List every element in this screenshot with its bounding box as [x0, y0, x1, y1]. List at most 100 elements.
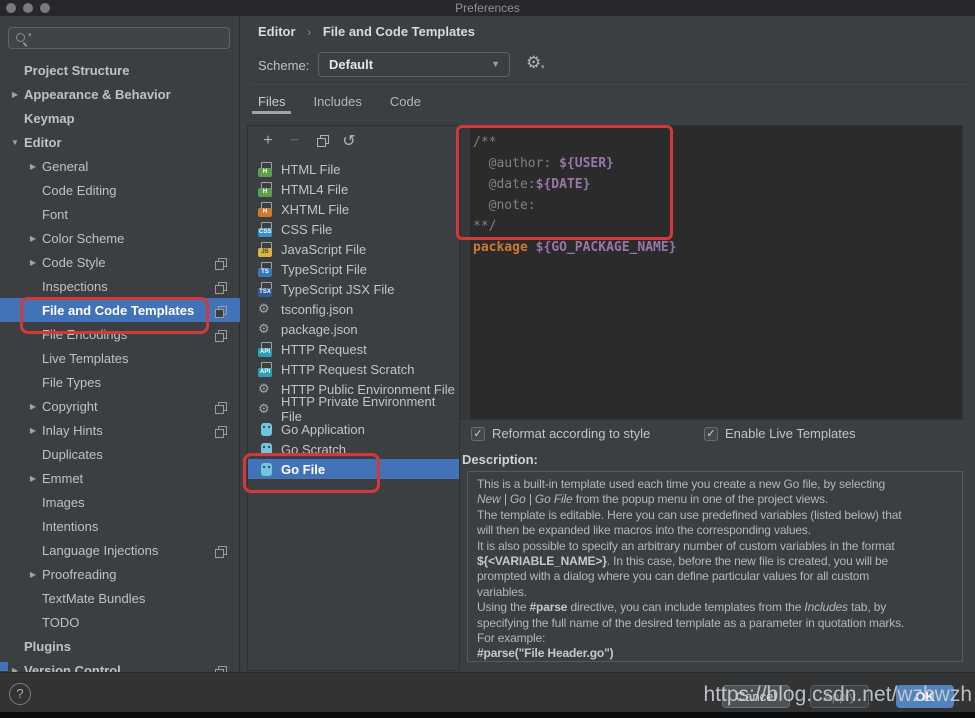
window-bottom-edge [0, 712, 975, 718]
enable-live-templates-checkbox[interactable]: ✓ [704, 427, 718, 441]
template-item-typescript-file[interactable]: TSTypeScript File [248, 259, 459, 279]
template-item-html-file[interactable]: HHTML File [248, 159, 459, 179]
settings-search-input[interactable]: ▾ [8, 27, 230, 49]
description-segment: prompted with a dialog where you can def… [477, 569, 869, 583]
description-segment: . In this case, before the new file is c… [607, 554, 888, 568]
sidebar-item-editor[interactable]: ▼Editor [0, 130, 240, 154]
sidebar-item-file-encodings[interactable]: File Encodings [0, 322, 240, 346]
sidebar-item-live-templates[interactable]: Live Templates [0, 346, 240, 370]
chevron-right-icon[interactable]: ▶ [24, 258, 42, 267]
remove-icon[interactable]: − [287, 132, 303, 150]
file-badge: API [258, 368, 272, 377]
sidebar-item-appearance-behavior[interactable]: ▶Appearance & Behavior [0, 82, 240, 106]
sidebar-item-code-style[interactable]: ▶Code Style [0, 250, 240, 274]
sidebar-item-duplicates[interactable]: Duplicates [0, 442, 240, 466]
sidebar-item-emmet[interactable]: ▶Emmet [0, 466, 240, 490]
sidebar-item-images[interactable]: Images [0, 490, 240, 514]
sidebar-item-file-and-code-templates[interactable]: File and Code Templates [0, 298, 240, 322]
sidebar-item-keymap[interactable]: Keymap [0, 106, 240, 130]
tab-files[interactable]: Files [252, 90, 291, 114]
scheme-select[interactable]: Default ▼ [318, 52, 510, 77]
sidebar-item-label: Copyright [42, 399, 98, 414]
scheme-gear-icon[interactable]: ⚙ [526, 53, 541, 73]
template-item-css-file[interactable]: CSSCSS File [248, 219, 459, 239]
sidebar-item-color-scheme[interactable]: ▶Color Scheme [0, 226, 240, 250]
sidebar-item-version-control[interactable]: ▶Version Control [0, 658, 240, 672]
template-item-javascript-file[interactable]: JSJavaScript File [248, 239, 459, 259]
description-line: For example: [477, 631, 953, 646]
template-editor[interactable]: /** @author: ${USER} @date:${DATE} @note… [460, 125, 963, 420]
description-segment: For example: [477, 631, 545, 645]
sidebar-item-intentions[interactable]: Intentions [0, 514, 240, 538]
sidebar-item-inspections[interactable]: Inspections [0, 274, 240, 298]
sidebar-item-plugins[interactable]: Plugins [0, 634, 240, 658]
description-line: prompted with a dialog where you can def… [477, 569, 953, 584]
per-project-icon [215, 425, 226, 440]
chevron-right-icon[interactable]: ▶ [24, 570, 42, 579]
description-segment: #parse [530, 600, 568, 614]
sidebar-item-copyright[interactable]: ▶Copyright [0, 394, 240, 418]
tab-code[interactable]: Code [384, 90, 427, 114]
description-segment: tab, by [848, 600, 886, 614]
revert-icon[interactable]: ↺ [341, 131, 357, 151]
description-segment: It is also possible to specify an arbitr… [477, 539, 895, 553]
sidebar-item-label: TODO [42, 615, 79, 630]
template-item-go-scratch[interactable]: Go Scratch [248, 439, 459, 459]
code-line: @note: [473, 195, 677, 216]
template-item-package-json[interactable]: ⚙package.json [248, 319, 459, 339]
sidebar-item-label: Code Editing [42, 183, 116, 198]
sidebar-item-todo[interactable]: TODO [0, 610, 240, 634]
code-token: ${DATE} [536, 177, 591, 192]
reformat-according-to-style-checkbox[interactable]: ✓ [471, 427, 485, 441]
gear-file-icon: ⚙ [258, 321, 275, 337]
template-item-tsconfig-json[interactable]: ⚙tsconfig.json [248, 299, 459, 319]
sidebar-item-file-types[interactable]: File Types [0, 370, 240, 394]
chevron-right-icon[interactable]: ▶ [24, 162, 42, 171]
sidebar-item-proofreading[interactable]: ▶Proofreading [0, 562, 240, 586]
tsx-file-icon: TSX [258, 282, 275, 297]
sidebar-item-code-editing[interactable]: Code Editing [0, 178, 240, 202]
template-item-label: tsconfig.json [281, 302, 353, 317]
sidebar-item-label: Emmet [42, 471, 83, 486]
description-box: This is a built-in template used each ti… [467, 471, 963, 662]
per-project-icon [215, 545, 226, 560]
sidebar-item-general[interactable]: ▶General [0, 154, 240, 178]
search-options-caret-icon[interactable]: ▾ [28, 31, 32, 39]
chevron-right-icon[interactable]: ▶ [24, 234, 42, 243]
template-item-go-file[interactable]: Go File [248, 459, 459, 479]
chevron-right-icon[interactable]: ▶ [6, 90, 24, 99]
description-segment: Using the [477, 600, 530, 614]
sidebar-item-project-structure[interactable]: Project Structure [0, 58, 240, 82]
per-project-glyph [215, 426, 226, 437]
template-item-typescript-jsx-file[interactable]: TSX TypeScript JSX File [248, 279, 459, 299]
sidebar-item-label: Color Scheme [42, 231, 124, 246]
copy-template-icon[interactable] [314, 132, 330, 150]
add-icon[interactable]: + [260, 132, 276, 150]
template-item-http-private-environment-file[interactable]: ⚙HTTP Private Environment File [248, 399, 459, 419]
chevron-right-icon[interactable]: ▶ [24, 474, 42, 483]
chevron-down-icon[interactable]: ▼ [6, 138, 24, 147]
per-project-icon [215, 257, 226, 272]
sidebar-item-inlay-hints[interactable]: ▶Inlay Hints [0, 418, 240, 442]
help-icon[interactable]: ? [9, 683, 31, 705]
chevron-right-icon[interactable]: ▶ [24, 402, 42, 411]
file-badge: CSS [258, 228, 272, 237]
sidebar-item-label: Font [42, 207, 68, 222]
template-item-http-request-scratch[interactable]: API HTTP Request Scratch [248, 359, 459, 379]
html4-file-icon: H [258, 182, 275, 197]
description-segment: This is a built-in template used each ti… [477, 477, 885, 491]
sidebar-item-language-injections[interactable]: Language Injections [0, 538, 240, 562]
sidebar-item-textmate-bundles[interactable]: TextMate Bundles [0, 586, 240, 610]
code-line: /** [473, 132, 677, 153]
chevron-right-icon[interactable]: ▶ [24, 426, 42, 435]
template-item-label: HTTP Request Scratch [281, 362, 414, 377]
sidebar-item-font[interactable]: Font [0, 202, 240, 226]
template-item-label: TypeScript JSX File [281, 282, 394, 297]
breadcrumb-editor[interactable]: Editor [258, 24, 296, 39]
template-item-xhtml-file[interactable]: HXHTML File [248, 199, 459, 219]
template-item-label: XHTML File [281, 202, 349, 217]
description-line: This is a built-in template used each ti… [477, 477, 953, 492]
tab-includes[interactable]: Includes [307, 90, 367, 114]
template-item-html4-file[interactable]: HHTML4 File [248, 179, 459, 199]
template-item-http-request[interactable]: APIHTTP Request [248, 339, 459, 359]
